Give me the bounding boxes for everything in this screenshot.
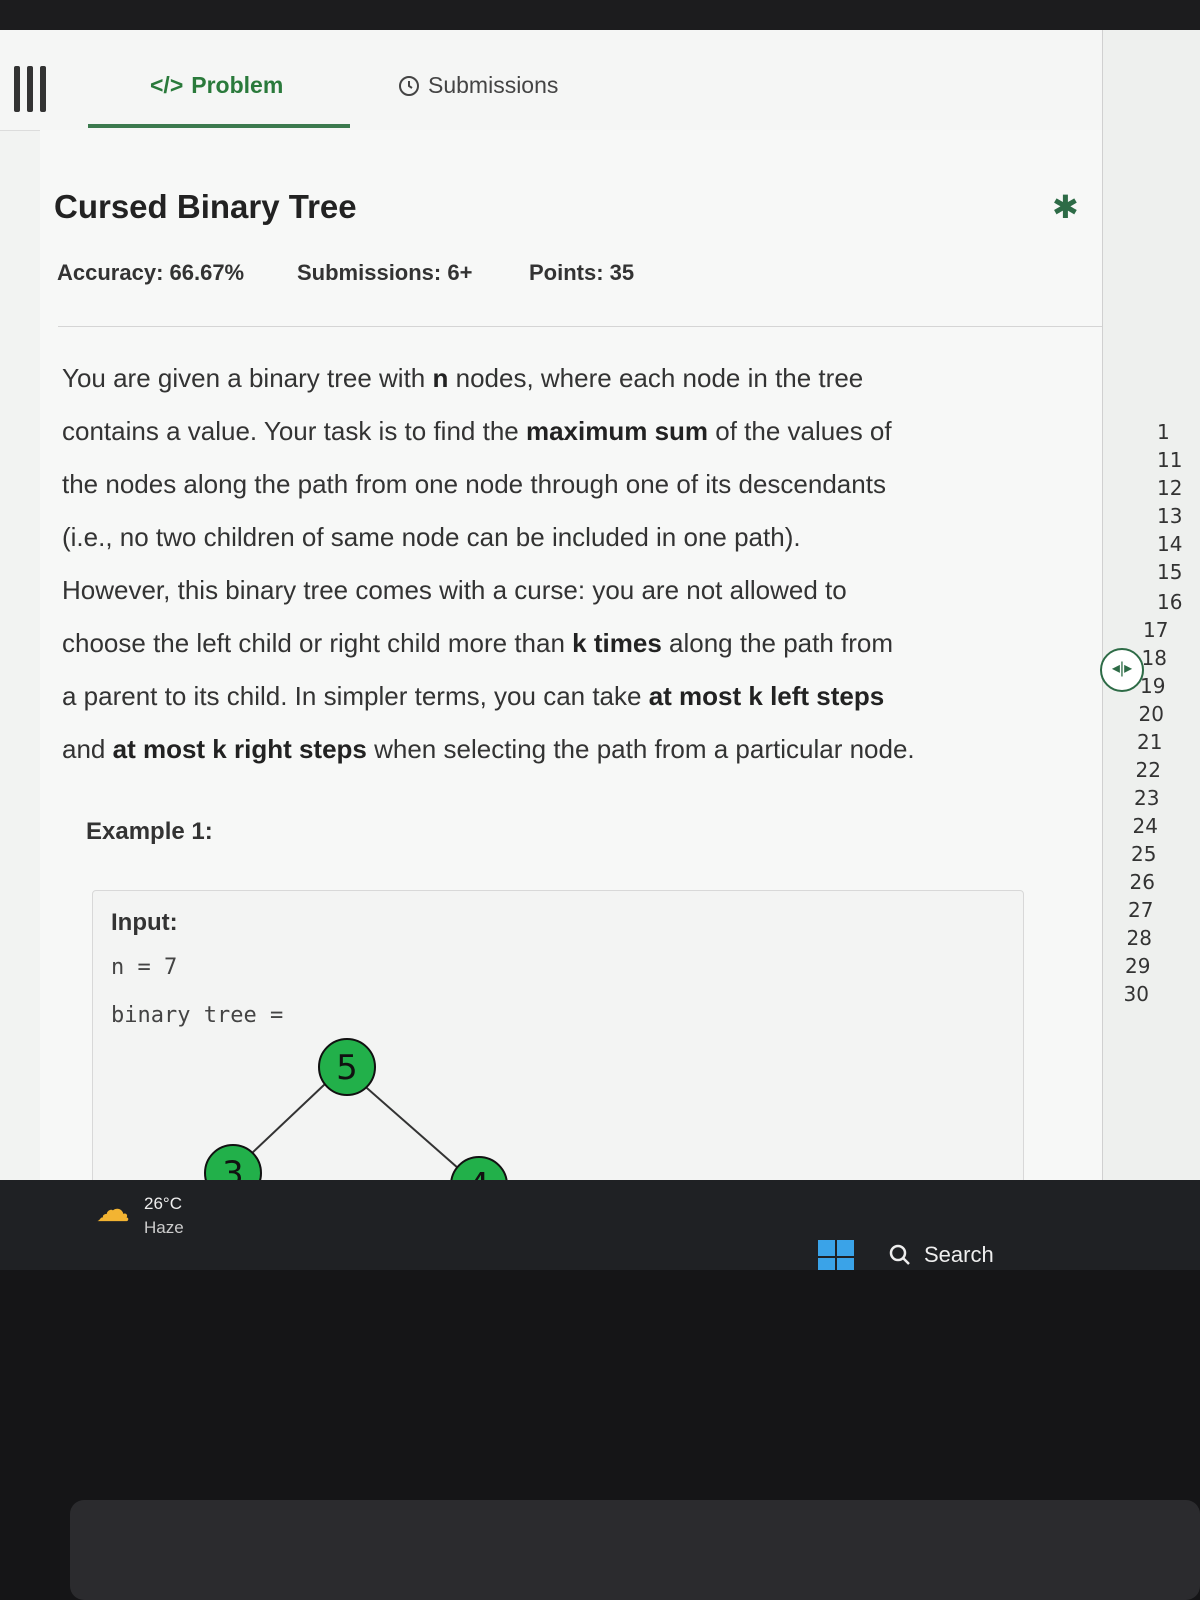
line-number: 17 xyxy=(1143,618,1169,642)
description-text: when selecting the path from a particula… xyxy=(366,734,915,764)
taskbar-search[interactable]: Search xyxy=(888,1242,994,1268)
description-line: However, this binary tree comes with a c… xyxy=(62,564,1072,617)
line-number: 20 xyxy=(1138,702,1164,726)
line-number: 22 xyxy=(1135,758,1161,782)
toggle-icon[interactable]: ◂|▸ xyxy=(1100,648,1144,692)
line-number-gutter: 1 11 12 13 14 15 16 17 18 19 20 21 22 23 24 25 26 27 28 29 3… xyxy=(1102,30,1200,1210)
description-emphasis: maximum sum xyxy=(525,416,709,446)
problem-panel: Cursed Binary Tree ✱ Accuracy: 66.67% Su… xyxy=(40,130,1158,1210)
divider xyxy=(58,326,1128,327)
line-number: 19 xyxy=(1140,674,1166,698)
description-line: the nodes along the path from one node t… xyxy=(62,458,1072,511)
line-number: 14 xyxy=(1157,532,1183,556)
search-icon xyxy=(889,1244,910,1265)
search-label: Search xyxy=(924,1242,994,1267)
line-number: 26 xyxy=(1129,870,1155,894)
tab-problem[interactable]: </> Problem xyxy=(150,72,283,99)
description-text: of the values of xyxy=(708,416,892,446)
description-emphasis: at most k right steps xyxy=(112,734,367,764)
laptop-bezel xyxy=(0,1270,1200,1600)
submissions-stat: Submissions: 6+ xyxy=(297,260,473,285)
description-line: choose the left child or right child mor… xyxy=(62,617,1072,670)
tree-node: 5 xyxy=(318,1038,376,1096)
line-number: 27 xyxy=(1128,898,1154,922)
description-text: choose the left child or right child mor… xyxy=(62,628,573,658)
problem-title: Cursed Binary Tree xyxy=(54,188,357,225)
line-number: 1 xyxy=(1157,420,1170,444)
line-number: 23 xyxy=(1134,786,1160,810)
weather-icon[interactable]: ☁ xyxy=(96,1190,130,1230)
line-number: 13 xyxy=(1157,504,1183,528)
tree-diagram: 5 3 4 xyxy=(204,1038,508,1210)
line-number: 24 xyxy=(1132,814,1158,838)
line-number: 11 xyxy=(1157,448,1183,472)
line-number: 12 xyxy=(1157,476,1183,500)
clock-icon xyxy=(399,75,419,96)
description-line: (i.e., no two children of same node can … xyxy=(62,511,1072,564)
tab-problem-label: Problem xyxy=(191,72,284,98)
description-text: You are given a binary tree with xyxy=(62,363,433,393)
line-number: 18 xyxy=(1141,646,1167,670)
description-text: the nodes along the path from one node t… xyxy=(62,469,886,499)
tab-submissions[interactable]: Submissions xyxy=(398,72,558,99)
top-nav: </> Problem Submissions xyxy=(0,30,1200,131)
description-line: contains a value. Your task is to find t… xyxy=(62,405,1072,458)
active-tab-indicator xyxy=(88,124,350,128)
description-text: However, this binary tree comes with a c… xyxy=(62,575,847,605)
line-number: 21 xyxy=(1137,730,1163,754)
taskbar: ☁ 26°C Haze Search xyxy=(0,1180,1200,1274)
weather-temp: 26°C xyxy=(144,1194,182,1213)
description-text: contains a value. Your task is to find t… xyxy=(62,416,526,446)
tree-node-label: 5 xyxy=(336,1048,358,1088)
problem-description: You are given a binary tree with n nodes… xyxy=(62,352,1072,776)
keyboard-deck xyxy=(70,1500,1200,1600)
weather-condition: Haze xyxy=(144,1218,184,1237)
description-text: (i.e., no two children of same node can … xyxy=(62,522,801,552)
description-text: and xyxy=(62,734,113,764)
description-text: a parent to its child. In simpler terms,… xyxy=(62,681,649,711)
example-title: Example 1: xyxy=(86,818,213,845)
description-emphasis: k times xyxy=(572,628,662,658)
line-number: 29 xyxy=(1125,954,1151,978)
example-box: Input: n = 7 binary tree = 5 3 4 xyxy=(92,890,1024,1210)
line-number: 15 xyxy=(1157,560,1183,584)
points-stat: Points: 35 xyxy=(529,260,635,285)
description-line: a parent to its child. In simpler terms,… xyxy=(62,670,1072,723)
description-line: You are given a binary tree with n nodes… xyxy=(62,352,1072,405)
line-number: 28 xyxy=(1126,926,1152,950)
code-icon: </> xyxy=(150,72,184,98)
description-emphasis: n xyxy=(432,363,449,393)
line-number: 16 xyxy=(1157,590,1183,614)
description-line: and at most k right steps when selecting… xyxy=(62,723,1072,776)
line-number: 25 xyxy=(1131,842,1157,866)
description-emphasis: at most k left steps xyxy=(648,681,885,711)
description-text: along the path from xyxy=(661,628,894,658)
description-text: nodes, where each node in the tree xyxy=(448,363,864,393)
accuracy-stat: Accuracy: 66.67% xyxy=(57,260,245,285)
line-number: 30 xyxy=(1123,982,1149,1006)
screen: </> Problem Submissions Cursed Binary Tr… xyxy=(0,30,1200,1210)
bug-icon[interactable]: ✱ xyxy=(1052,188,1079,226)
menu-icon[interactable] xyxy=(14,66,52,112)
tab-submissions-label: Submissions xyxy=(428,72,559,98)
